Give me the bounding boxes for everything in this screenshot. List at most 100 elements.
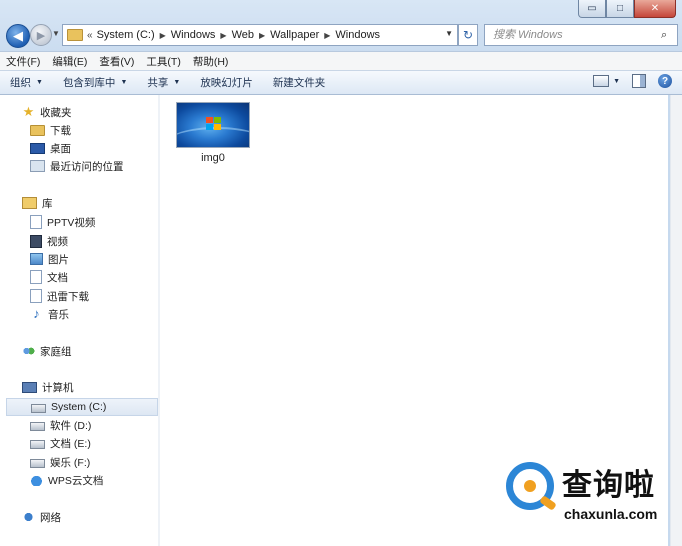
- watermark-logo-icon: [506, 462, 554, 510]
- forward-button[interactable]: ▶: [30, 24, 52, 46]
- search-input[interactable]: [491, 28, 661, 42]
- change-view-icon[interactable]: [593, 75, 610, 87]
- breadcrumb-item[interactable]: Wallpaper: [270, 29, 319, 41]
- menu-view[interactable]: 查看(V): [93, 54, 140, 69]
- recent-pages-button[interactable]: ▼: [52, 29, 60, 38]
- watermark-chinese-text: 查询啦: [562, 468, 655, 503]
- address-dropdown-button[interactable]: ▼: [445, 29, 453, 38]
- windows-logo-icon: [206, 117, 222, 131]
- menu-help[interactable]: 帮助(H): [187, 54, 235, 69]
- back-button[interactable]: ◀: [6, 24, 30, 48]
- sidebar-item-downloads[interactable]: 下载: [30, 122, 71, 138]
- sidebar-item-desktop[interactable]: 桌面: [30, 140, 71, 156]
- help-icon[interactable]: ?: [658, 74, 672, 88]
- share-button[interactable]: 共享 ▼: [137, 75, 190, 90]
- organize-label: 组织: [10, 77, 31, 89]
- sidebar-item-favorites[interactable]: ★ 收藏夹: [22, 104, 72, 120]
- picture-icon: [30, 253, 43, 265]
- chevron-down-icon: ▼: [120, 79, 128, 86]
- menu-tools[interactable]: 工具(T): [140, 54, 186, 69]
- breadcrumb-item[interactable]: Windows: [171, 29, 216, 41]
- chevron-down-icon: ▼: [36, 79, 43, 86]
- explorer-window: ▭ □ ✕ ◀ ▶ ▼ « System (C:) ▶ Windows ▶ We…: [0, 0, 682, 546]
- sidebar-item-label: PPTV视频: [47, 216, 96, 229]
- navigation-pane: ★ 收藏夹 下载 桌面 最近访问的位置 库 PPTV视频 视频 图片 文档 迅雷…: [0, 95, 159, 546]
- music-note-icon: ♪: [33, 306, 40, 321]
- watermark-domain-text: chaxunla.com: [564, 506, 658, 522]
- breadcrumb-separator-icon[interactable]: ▶: [324, 31, 330, 40]
- close-button[interactable]: ✕: [634, 0, 676, 18]
- document-icon: [30, 270, 42, 284]
- cloud-icon: [30, 474, 43, 486]
- menu-edit[interactable]: 编辑(E): [46, 54, 93, 69]
- sidebar-item-pictures[interactable]: 图片: [30, 251, 69, 267]
- network-icon: [22, 511, 35, 523]
- sidebar-item-label: 网络: [40, 511, 61, 524]
- sidebar-item-homegroup[interactable]: 家庭组: [22, 343, 72, 359]
- breadcrumb-item[interactable]: System (C:): [97, 29, 155, 41]
- menu-file[interactable]: 文件(F): [0, 54, 46, 69]
- homegroup-icon: [22, 345, 35, 357]
- breadcrumb-item[interactable]: Windows: [335, 29, 380, 41]
- image-thumbnail: [176, 102, 250, 148]
- sidebar-item-drive-d[interactable]: 软件 (D:): [30, 417, 91, 433]
- sidebar-item-label: System (C:): [51, 401, 107, 413]
- preview-pane-icon[interactable]: [632, 74, 646, 88]
- sidebar-item-computer[interactable]: 计算机: [22, 379, 74, 395]
- file-item[interactable]: img0: [175, 102, 251, 164]
- include-in-library-button[interactable]: 包含到库中 ▼: [53, 75, 137, 90]
- breadcrumb-separator-icon[interactable]: ▶: [160, 31, 166, 40]
- breadcrumb-separator-icon[interactable]: ▶: [220, 31, 226, 40]
- search-icon[interactable]: ⌕: [661, 29, 677, 42]
- sidebar-item-drive-e[interactable]: 文档 (E:): [30, 435, 91, 451]
- sidebar-item-xunlei-downloads[interactable]: 迅雷下载: [30, 288, 89, 304]
- sidebar-item-system-c[interactable]: System (C:): [6, 398, 158, 416]
- sidebar-item-label: 软件 (D:): [50, 419, 92, 432]
- recent-places-icon: [30, 160, 45, 172]
- new-folder-button[interactable]: 新建文件夹: [263, 75, 336, 90]
- system-drive-icon: [31, 404, 46, 413]
- sidebar-item-label: 下载: [50, 124, 71, 137]
- navigation-bar: ◀ ▶ ▼ « System (C:) ▶ Windows ▶ Web ▶ Wa…: [0, 20, 682, 50]
- view-options-chevron-icon[interactable]: ▼: [613, 78, 620, 85]
- address-bar[interactable]: « System (C:) ▶ Windows ▶ Web ▶ Wallpape…: [62, 24, 458, 46]
- desktop-icon: [30, 142, 45, 154]
- sidebar-item-label: 图片: [48, 253, 69, 266]
- sidebar-item-label: 收藏夹: [40, 106, 72, 119]
- breadcrumb-separator-icon[interactable]: ▶: [259, 31, 265, 40]
- sidebar-item-libraries[interactable]: 库: [22, 195, 53, 211]
- sidebar-item-videos[interactable]: 视频: [30, 233, 68, 249]
- maximize-button[interactable]: □: [606, 0, 634, 18]
- minimize-button[interactable]: ▭: [578, 0, 606, 18]
- search-box[interactable]: ⌕: [484, 24, 678, 46]
- library-folder-icon: [30, 289, 42, 303]
- breadcrumb: System (C:) ▶ Windows ▶ Web ▶ Wallpaper …: [97, 29, 380, 41]
- drive-icon: [30, 422, 45, 431]
- organize-button[interactable]: 组织 ▼: [0, 75, 53, 90]
- refresh-button[interactable]: ↻: [458, 24, 478, 46]
- computer-icon: [22, 381, 37, 393]
- library-icon: [22, 197, 37, 209]
- breadcrumb-item[interactable]: Web: [232, 29, 254, 41]
- refresh-icon: ↻: [462, 28, 474, 42]
- video-icon: [30, 234, 42, 248]
- sidebar-item-pptv-video[interactable]: PPTV视频: [30, 214, 95, 230]
- sidebar-item-network[interactable]: 网络: [22, 509, 61, 525]
- menu-bar: 文件(F) 编辑(E) 查看(V) 工具(T) 帮助(H): [0, 51, 682, 70]
- sidebar-item-drive-f[interactable]: 娱乐 (F:): [30, 454, 90, 470]
- minimize-icon: ▭: [587, 3, 597, 14]
- sidebar-item-recent-places[interactable]: 最近访问的位置: [30, 158, 124, 174]
- download-folder-icon: [30, 124, 45, 136]
- sidebar-item-label: 音乐: [48, 308, 69, 321]
- view-controls: ▼ ?: [593, 74, 672, 88]
- include-in-library-label: 包含到库中: [62, 77, 116, 89]
- sidebar-item-documents[interactable]: 文档: [30, 269, 68, 285]
- sidebar-item-music[interactable]: ♪ 音乐: [30, 306, 69, 322]
- slideshow-button[interactable]: 放映幻灯片: [190, 75, 263, 90]
- sidebar-item-wps-cloud[interactable]: WPS云文档: [30, 472, 103, 488]
- caption-buttons: ▭ □ ✕: [578, 0, 676, 18]
- drive-icon: [30, 440, 45, 449]
- forward-arrow-icon: ▶: [36, 29, 46, 42]
- address-overflow-button[interactable]: «: [87, 30, 93, 41]
- close-icon: ✕: [650, 3, 660, 14]
